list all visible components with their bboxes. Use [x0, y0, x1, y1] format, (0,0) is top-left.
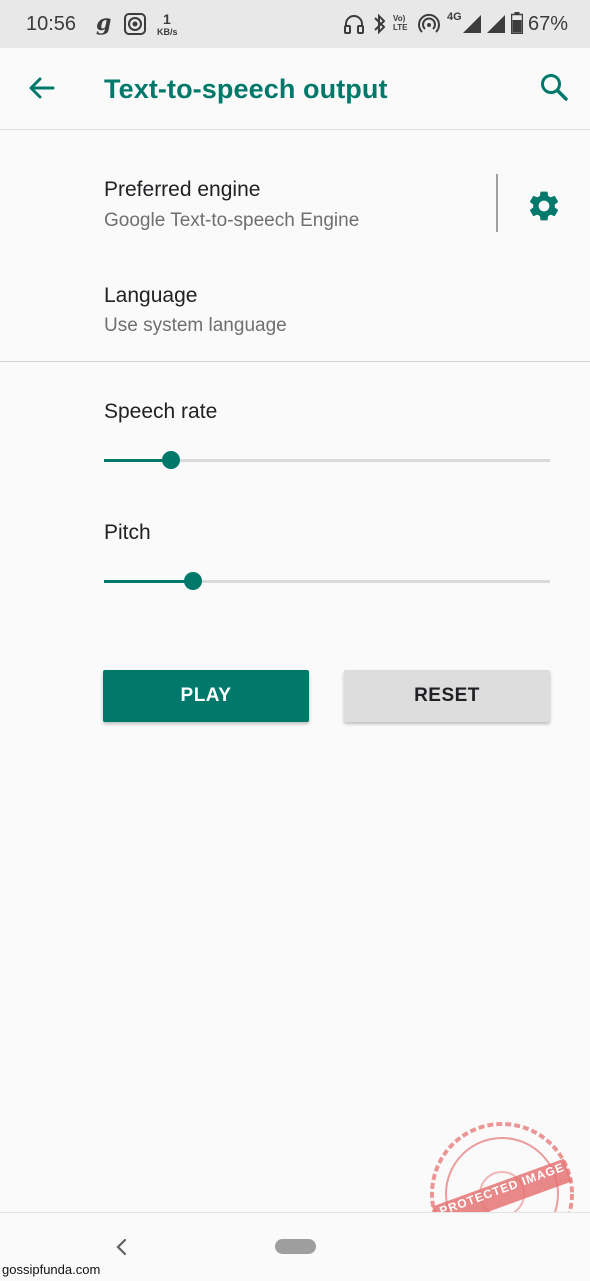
- pitch-slider[interactable]: [104, 572, 550, 590]
- preferred-engine-title: Preferred engine: [104, 178, 261, 201]
- speech-rate-slider-fill: [104, 459, 171, 462]
- net-speed-unit: KB/s: [157, 27, 178, 37]
- volte-badge: Vo) LTE: [393, 14, 408, 32]
- status-time: 10:56: [26, 13, 77, 35]
- language-title: Language: [104, 284, 198, 307]
- bluetooth-icon: [374, 13, 386, 35]
- nav-back-icon[interactable]: [110, 1235, 134, 1259]
- network-type: 4G: [447, 11, 462, 23]
- app-bar: Text-to-speech output: [0, 48, 590, 130]
- preferred-engine-setting[interactable]: Preferred engine Google Text-to-speech E…: [0, 130, 590, 242]
- pitch-setting: Pitch: [0, 511, 590, 601]
- divider: [496, 174, 498, 232]
- section-divider: [0, 361, 590, 362]
- search-icon[interactable]: [538, 71, 570, 103]
- language-setting[interactable]: Language Use system language: [0, 262, 590, 358]
- preferred-engine-value: Google Text-to-speech Engine: [104, 210, 360, 231]
- language-value: Use system language: [104, 315, 287, 336]
- net-speed-value: 1: [163, 11, 171, 27]
- status-bar: 10:56 g 1 KB/s Vo) LTE 4G 67%: [0, 0, 590, 48]
- battery-percent: 67%: [527, 13, 568, 35]
- speech-rate-slider[interactable]: [104, 451, 550, 469]
- play-button[interactable]: PLAY: [103, 670, 309, 722]
- signal-icon: [463, 15, 481, 33]
- record-icon: [124, 13, 146, 35]
- headset-icon: [344, 15, 364, 34]
- speech-rate-label: Speech rate: [104, 400, 218, 423]
- pitch-slider-fill: [104, 580, 194, 583]
- pitch-slider-thumb[interactable]: [184, 572, 203, 590]
- g-app-icon: g: [96, 10, 112, 36]
- reset-button[interactable]: RESET: [344, 670, 550, 722]
- page-title: Text-to-speech output: [104, 74, 388, 104]
- signal-icon-2: [487, 15, 505, 33]
- speech-rate-slider-thumb[interactable]: [161, 451, 180, 469]
- battery-icon: [511, 12, 523, 34]
- nav-home-pill[interactable]: [275, 1239, 316, 1254]
- watermark-text: gossipfunda.com: [2, 1262, 101, 1277]
- gear-icon[interactable]: [526, 188, 562, 224]
- hotspot-icon: [418, 13, 440, 33]
- arrow-left-icon[interactable]: [26, 72, 58, 104]
- speech-rate-setting: Speech rate: [0, 390, 590, 480]
- pitch-label: Pitch: [104, 521, 151, 544]
